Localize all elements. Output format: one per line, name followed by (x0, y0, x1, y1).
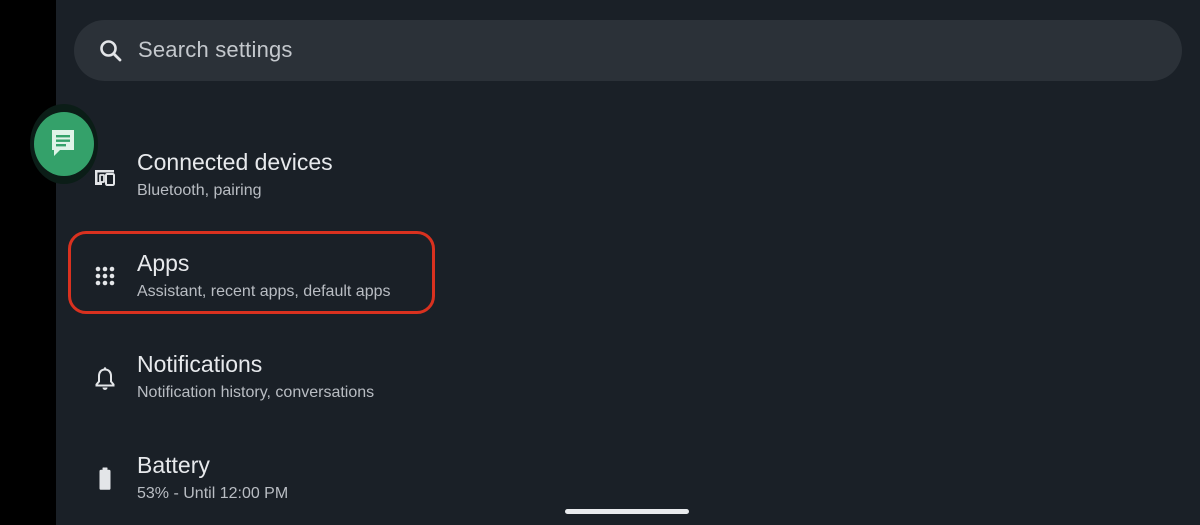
bell-icon (92, 366, 118, 392)
search-icon (98, 38, 124, 64)
settings-item-title: Battery (137, 452, 210, 478)
settings-item-subtitle: 53% - Until 12:00 PM (137, 485, 289, 502)
settings-item-title: Notifications (137, 351, 263, 377)
apps-grid-icon (92, 263, 118, 289)
connected-devices-icon (92, 164, 118, 190)
settings-item-subtitle: Notification history, conversations (137, 384, 375, 401)
settings-screen: Search settings Connected devices Blueto… (0, 0, 1200, 525)
left-edge-strip (0, 0, 56, 525)
settings-item-title: Connected devices (137, 149, 333, 175)
settings-item-battery[interactable]: Battery 53% - Until 12:00 PM (78, 443, 438, 523)
settings-item-subtitle: Bluetooth, pairing (137, 182, 262, 199)
settings-item-title: Apps (137, 250, 190, 276)
gesture-navigation-handle[interactable] (565, 509, 689, 514)
settings-item-connected-devices[interactable]: Connected devices Bluetooth, pairing (78, 140, 438, 220)
chat-bubble-icon (52, 130, 74, 156)
search-bar[interactable]: Search settings (74, 20, 1182, 81)
battery-icon (92, 466, 118, 492)
settings-item-apps[interactable]: Apps Assistant, recent apps, default app… (78, 241, 438, 321)
settings-item-notifications[interactable]: Notifications Notification history, conv… (78, 342, 438, 422)
search-placeholder: Search settings (138, 37, 293, 62)
settings-item-subtitle: Assistant, recent apps, default apps (137, 283, 391, 300)
